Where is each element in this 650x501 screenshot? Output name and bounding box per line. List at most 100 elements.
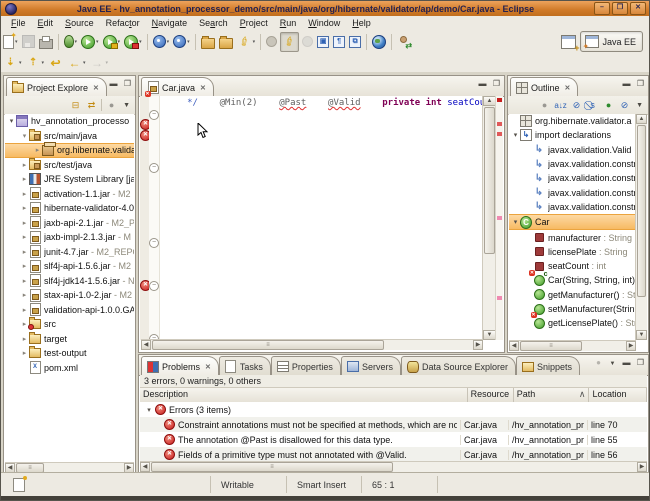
outline-item[interactable]: setManufacturer(Strin [509, 302, 636, 316]
external-tools-button[interactable]: ▾ [123, 33, 143, 51]
outline-item[interactable]: getLicensePlate() : Str [509, 316, 636, 330]
error-mark[interactable] [497, 132, 502, 136]
code-area[interactable]: */ @Min(2) @Past @Valid private int seat… [160, 96, 483, 340]
title-bar[interactable]: Java EE - hv_annotation_processor_demo/s… [1, 1, 649, 16]
tab-servers[interactable]: Servers [341, 356, 401, 376]
occurrence-mark[interactable] [497, 216, 502, 220]
perspective-java-ee[interactable]: Java EE [580, 31, 643, 52]
previous-annotation-button[interactable]: ⇡▾ [25, 54, 46, 72]
error-mark[interactable] [497, 122, 502, 126]
debug-button[interactable]: ▾ [63, 33, 79, 51]
tree-collapsed-icon[interactable]: ▸ [33, 146, 42, 154]
dropdown-arrow-icon[interactable]: ▾ [139, 39, 142, 45]
hide-local-types-icon[interactable]: ⊘ [618, 99, 631, 112]
tree-collapsed-icon[interactable]: ▸ [20, 349, 29, 357]
column-header-description[interactable]: Description [140, 388, 468, 402]
project-explorer-item[interactable]: ▸validation-api-1.0.0.GA [5, 303, 134, 318]
dropdown-arrow-icon[interactable]: ▾ [106, 60, 109, 66]
tree-collapsed-icon[interactable]: ▸ [20, 306, 29, 314]
hide-static-members-icon[interactable]: ⃠s [586, 99, 599, 112]
outline-item[interactable]: ↳javax.validation.Valid [509, 143, 636, 157]
minimize-button[interactable]: – [594, 2, 610, 15]
menu-edit[interactable]: Edit [32, 17, 60, 29]
maximize-view-icon[interactable]: ❐ [635, 79, 646, 90]
close-tab-icon[interactable]: ✕ [205, 363, 211, 371]
new-web-service-button[interactable]: ▾ [152, 33, 171, 51]
view-menu-icon[interactable]: ▼ [636, 102, 643, 109]
column-header-resource[interactable]: Resource [468, 388, 514, 402]
maximize-button[interactable]: ❐ [612, 2, 628, 15]
problems-hscrollbar[interactable]: ◀ ≡ ▶ [140, 461, 647, 472]
project-explorer-item[interactable]: Xpom.xml [5, 361, 134, 376]
minimize-view-icon[interactable]: ▬ [621, 79, 632, 90]
project-explorer-item[interactable]: ▸hibernate-validator-4.0 [5, 201, 134, 216]
outline-item[interactable]: ↳javax.validation.constr [509, 171, 636, 185]
project-explorer-item[interactable]: ▸target [5, 332, 134, 347]
tree-collapsed-icon[interactable]: ▸ [20, 248, 29, 256]
column-header-location[interactable]: Location [589, 388, 647, 402]
problems-group-row[interactable]: ▾✕Errors (3 items) [140, 402, 647, 417]
annotation-ruler[interactable]: ✕✕✕ [140, 96, 149, 340]
project-explorer-item[interactable]: ▸src [5, 317, 134, 332]
menu-search[interactable]: Search [193, 17, 234, 29]
project-explorer-item[interactable]: ▸JRE System Library [ja [5, 172, 134, 187]
error-mark[interactable] [497, 98, 502, 102]
status-icon[interactable] [13, 478, 25, 492]
tree-expanded-icon[interactable]: ▾ [511, 131, 520, 139]
block-selection-mode-button[interactable]: ⧉ [348, 33, 362, 51]
outline-item[interactable]: ↳javax.validation.constr [509, 200, 636, 214]
dropdown-arrow-icon[interactable]: ▾ [118, 39, 121, 45]
view-menu-icon[interactable]: ▼ [123, 102, 130, 109]
forward-button[interactable]: →▾ [89, 54, 110, 72]
minimize-view-icon[interactable]: ▬ [108, 79, 119, 90]
new-web-service-client-button[interactable]: ▾ [172, 33, 191, 51]
project-explorer-item[interactable]: ▾src/main/java [5, 129, 134, 144]
tree-collapsed-icon[interactable]: ▸ [20, 291, 29, 299]
outline-item[interactable]: getManufacturer() : St [509, 288, 636, 302]
outline-item[interactable]: org.hibernate.validator.a [509, 114, 636, 128]
tab-car-java[interactable]: Car.java✕ [141, 77, 214, 97]
hide-non-public-members-icon[interactable]: ● [602, 99, 615, 112]
dropdown-arrow-icon[interactable]: ▾ [19, 60, 22, 66]
close-button[interactable]: ✕ [630, 2, 646, 15]
menu-project[interactable]: Project [234, 17, 274, 29]
last-edit-location-button[interactable]: ↩ [47, 54, 64, 72]
project-explorer-item[interactable]: ▸org.hibernate.valida [5, 143, 134, 158]
tree-collapsed-icon[interactable]: ▸ [20, 161, 29, 169]
tree-collapsed-icon[interactable]: ▸ [20, 175, 29, 183]
project-explorer-item[interactable]: ▸jaxb-impl-2.1.3.jar - M [5, 230, 134, 245]
sort-alphabetical-icon[interactable]: a↓z [554, 99, 567, 112]
dropdown-arrow-icon[interactable]: ▾ [187, 39, 190, 45]
tab-data-source-explorer[interactable]: Data Source Explorer [401, 356, 516, 376]
editor-hscrollbar[interactable]: ◀ ≡ ▶ [141, 339, 483, 350]
outline-item[interactable]: licensePlate : String [509, 245, 636, 259]
outline-item[interactable]: ↳javax.validation.constr [509, 157, 636, 171]
tab-outline[interactable]: Outline✕ [510, 77, 578, 97]
outline-item[interactable]: Car(String, String, int) [509, 273, 636, 287]
dropdown-arrow-icon[interactable]: ▾ [167, 39, 170, 45]
dropdown-arrow-icon[interactable]: ▾ [83, 60, 86, 66]
menu-file[interactable]: File [5, 17, 32, 29]
project-explorer-item[interactable]: ▸junit-4.7.jar - M2_REPO [5, 245, 134, 260]
problem-row[interactable]: ✕The annotation @Past is disallowed for … [140, 432, 647, 447]
tree-collapsed-icon[interactable]: ▾ [20, 132, 29, 140]
view-menu-icon[interactable]: ▼ [607, 358, 618, 369]
open-perspective-icon[interactable] [561, 35, 576, 49]
project-explorer-item[interactable]: ▾hv_annotation_processo [5, 114, 134, 129]
project-explorer-item[interactable]: ▸slf4j-jdk14-1.5.6.jar - N [5, 274, 134, 289]
occurrence-mark[interactable] [497, 296, 502, 300]
menu-refactor[interactable]: Refactor [100, 17, 146, 29]
outline-item[interactable]: manufacturer : String [509, 230, 636, 244]
mark-occurrences-button[interactable]: ✐ [280, 32, 299, 52]
menu-navigate[interactable]: Navigate [146, 17, 194, 29]
problem-row[interactable]: ✕Constraint annotations must not be spec… [140, 417, 647, 432]
focus-icon[interactable]: ● [538, 99, 551, 112]
project-explorer-item[interactable]: ▸src/test/java [5, 158, 134, 173]
menu-window[interactable]: Window [302, 17, 346, 29]
menu-source[interactable]: Source [59, 17, 100, 29]
close-tab-icon[interactable]: ✕ [93, 84, 99, 92]
project-explorer-item[interactable]: ▸test-output [5, 346, 134, 361]
filters-icon[interactable]: ● [593, 358, 604, 369]
maximize-view-icon[interactable]: ❐ [635, 358, 646, 369]
back-button[interactable]: ←▾ [66, 54, 87, 72]
